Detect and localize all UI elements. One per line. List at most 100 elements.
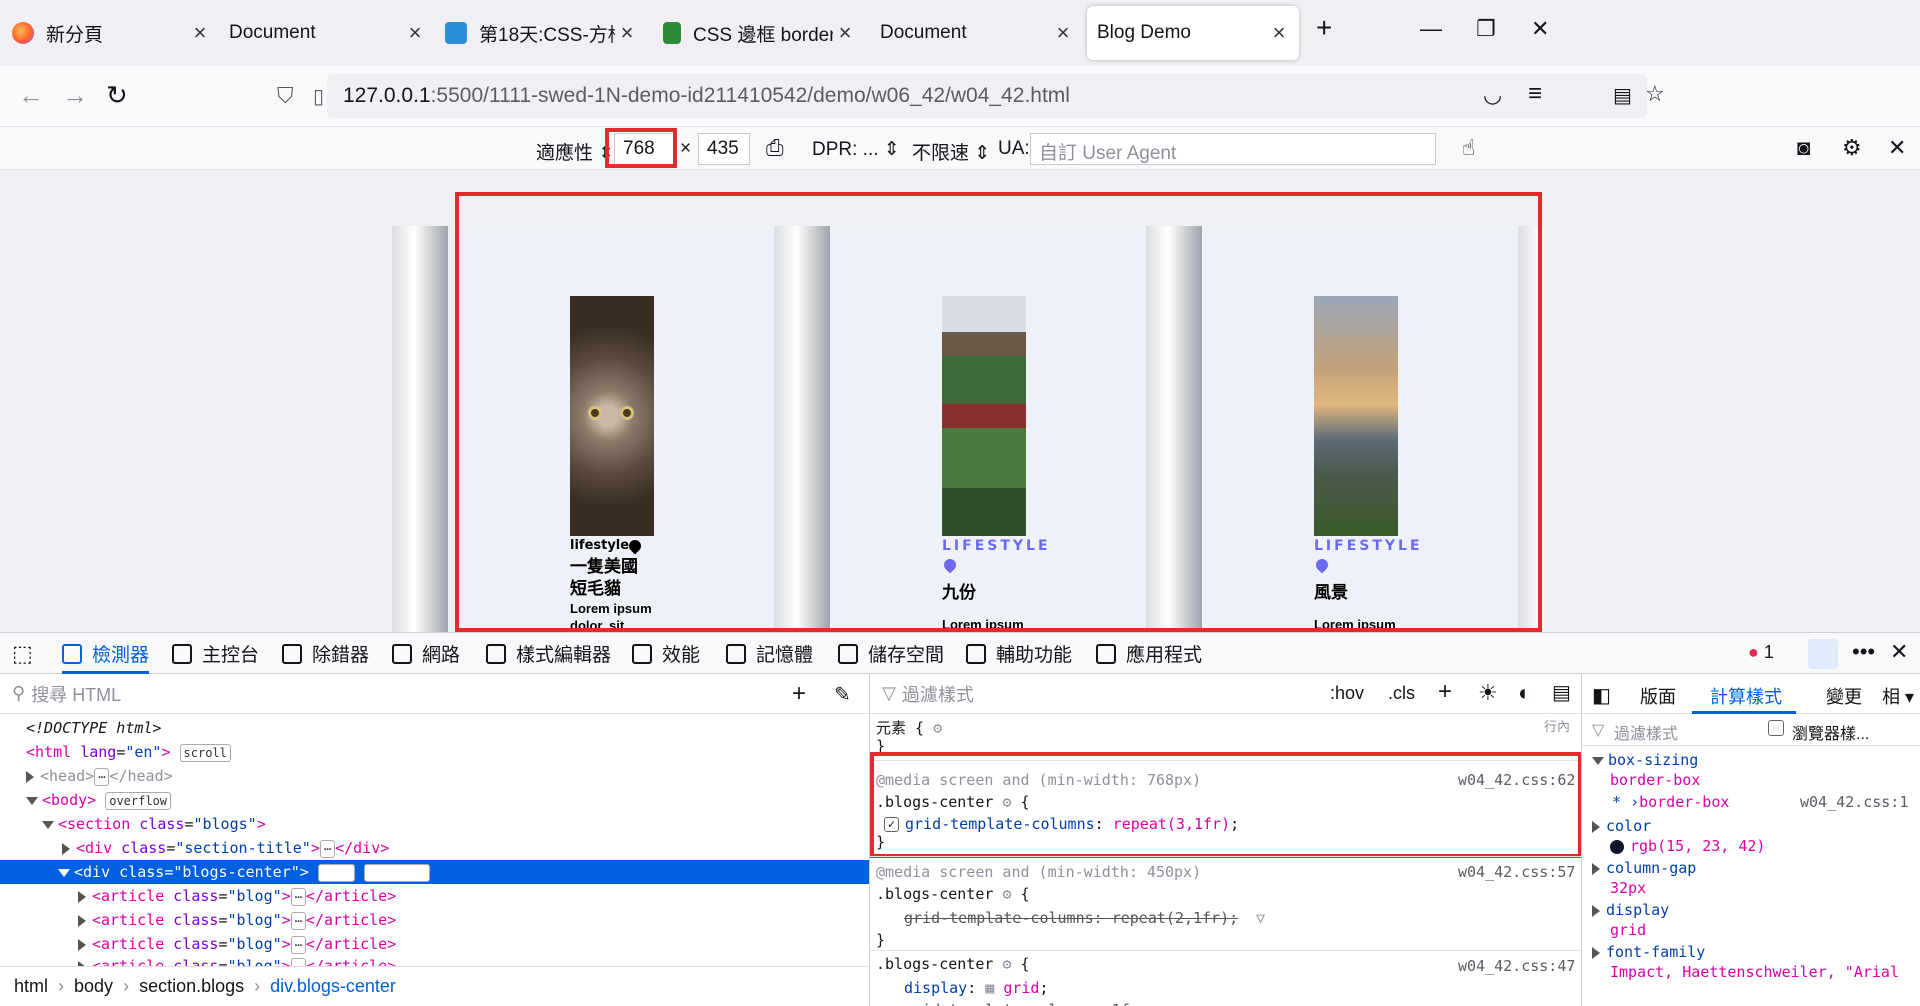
tab-more[interactable]: 相 ▾ <box>1882 683 1914 709</box>
breadcrumb-item[interactable]: body <box>74 976 113 997</box>
breadcrumb-item[interactable]: section.blogs <box>139 976 244 997</box>
tab-performance[interactable]: 效能 <box>632 633 700 674</box>
article-node[interactable]: <article class="blog">⋯</article> <box>78 908 396 932</box>
tab-new-tab[interactable]: 新分頁 × <box>12 6 212 60</box>
more-options-icon[interactable]: ••• <box>1852 639 1875 665</box>
styles-filter-input[interactable]: 過濾樣式 <box>902 681 974 707</box>
computed-filter[interactable]: ▽ 過濾樣式 瀏覽器樣... <box>1582 714 1920 746</box>
star-icon[interactable]: ☆ <box>1645 81 1665 107</box>
overridden-declaration[interactable]: grid-template-columns: repeat(2,1fr); <box>904 906 1238 930</box>
rule-source-link[interactable]: w04_42.css:57 <box>1458 860 1575 884</box>
tab-application[interactable]: 應用程式 <box>1096 633 1202 674</box>
close-icon[interactable]: × <box>615 20 639 46</box>
close-devtools-icon[interactable]: ✕ <box>1890 639 1908 665</box>
reload-icon[interactable]: ↻ <box>106 80 128 111</box>
overflow-badge[interactable]: overflow <box>363 863 430 882</box>
overflow-badge[interactable]: overflow <box>105 791 172 810</box>
computed-filter-input[interactable]: 過濾樣式 <box>1614 720 1678 744</box>
grid-badge[interactable]: grid <box>317 863 355 882</box>
minimize-icon[interactable]: — <box>1420 16 1442 42</box>
close-icon[interactable]: × <box>188 20 212 46</box>
article-node[interactable]: <article class="blog">⋯</article> <box>78 932 396 956</box>
tab-changes[interactable]: 變更 <box>1826 683 1862 709</box>
new-tab-button[interactable]: + <box>1316 12 1332 44</box>
close-icon[interactable]: × <box>1267 20 1291 46</box>
body-node[interactable]: <body> overflow <box>26 788 172 812</box>
close-icon[interactable]: × <box>1051 20 1075 46</box>
settings-icon[interactable]: ⚙ <box>1842 135 1862 161</box>
responsive-mode-icon[interactable] <box>1808 639 1838 669</box>
forward-icon[interactable]: → <box>62 80 88 111</box>
cls-toggle[interactable]: .cls <box>1388 683 1415 704</box>
tab-blog-demo[interactable]: Blog Demo × <box>1087 6 1299 60</box>
light-mode-icon[interactable]: ☀ <box>1478 680 1498 706</box>
close-icon[interactable]: × <box>403 20 427 46</box>
rule-source-link[interactable]: w04_42.css:47 <box>1458 954 1575 978</box>
page-icon[interactable]: ▯ <box>313 84 324 109</box>
print-icon[interactable]: ▤ <box>1552 680 1571 705</box>
computed-source[interactable]: * ›border-box <box>1612 790 1729 814</box>
overridden-declaration[interactable]: grid-template-columns: 1fr; <box>904 998 1148 1006</box>
window-close-icon[interactable]: ✕ <box>1531 16 1549 42</box>
rule-selector[interactable]: .blogs-center ⚙ { <box>876 952 1030 976</box>
pocket-icon[interactable]: ◡ <box>1483 82 1502 108</box>
section-title-node[interactable]: <div class="section-title"> ⋯ </div> <box>62 836 389 860</box>
doctype-line[interactable]: <!DOCTYPE html> <box>26 716 161 740</box>
sidebar-toggle-icon[interactable]: ◧ <box>1592 683 1611 708</box>
color-swatch[interactable] <box>1610 839 1624 854</box>
tab-memory[interactable]: 記憶體 <box>726 633 813 674</box>
add-rule-icon[interactable]: + <box>1438 678 1452 706</box>
section-node[interactable]: <section class="blogs"> <box>42 812 266 836</box>
article-node[interactable]: <article class="blog">⋯</article> <box>78 954 396 966</box>
tab-style-editor[interactable]: 樣式編輯器 <box>486 633 611 674</box>
tab-document-1[interactable]: Document × <box>229 6 427 60</box>
tab-css-border[interactable]: CSS 邊框 border 框線 × <box>663 6 857 60</box>
tab-accessibility[interactable]: 輔助功能 <box>966 633 1072 674</box>
tab-ithome[interactable]: 第18天:CSS-方框(上) - × <box>445 6 639 60</box>
back-icon[interactable]: ← <box>18 80 44 111</box>
tab-computed[interactable]: 計算樣式 <box>1710 683 1782 709</box>
user-agent-input[interactable]: 自訂 User Agent <box>1030 133 1436 165</box>
grid-icon[interactable]: ▦ <box>985 979 994 997</box>
reader-view-icon[interactable]: ▤ <box>1613 83 1632 108</box>
touch-icon[interactable]: ☝ <box>1462 135 1475 161</box>
dark-mode-icon[interactable]: ◐ <box>1518 680 1531 706</box>
styles-filter[interactable]: ▽ 過濾樣式 :hov .cls + ☀ ◐ ▤ <box>870 674 1581 714</box>
blogs-center-node[interactable]: <div class="blogs-center"> grid overflow <box>0 860 869 884</box>
screenshot-icon[interactable]: ◙ <box>1797 135 1810 161</box>
article-node[interactable]: <article class="blog">⋯</article> <box>78 884 396 908</box>
menu-icon[interactable]: ≡ <box>1528 80 1542 108</box>
throttle-selector[interactable]: 不限速 ⇕ <box>912 138 990 165</box>
device-selector[interactable]: 適應性 ⇕ <box>536 138 614 165</box>
rule-selector[interactable]: .blogs-center ⚙ { <box>876 882 1030 906</box>
tab-console[interactable]: 主控台 <box>172 633 259 674</box>
declaration[interactable]: display: ▦ grid; <box>904 976 1049 1000</box>
eyedropper-icon[interactable]: ✎ <box>834 682 851 707</box>
url-bar[interactable]: ⛉ ▯ 127.0.0.1:5500/1111-swed-1N-demo-id2… <box>277 74 1665 118</box>
dpr-selector[interactable]: DPR: ... ⇕ <box>812 138 900 161</box>
tab-debugger[interactable]: 除錯器 <box>282 633 369 674</box>
error-badge[interactable]: ● 1 <box>1748 642 1774 663</box>
scroll-badge[interactable]: scroll <box>179 743 231 762</box>
tab-network[interactable]: 網路 <box>392 633 460 674</box>
browser-styles-checkbox[interactable] <box>1768 720 1784 736</box>
restore-icon[interactable]: ❐ <box>1476 16 1496 42</box>
breadcrumb-item[interactable]: div.blogs-center <box>270 976 396 997</box>
close-rdm-icon[interactable]: ✕ <box>1888 135 1906 161</box>
html-node[interactable]: <html lang="en"> scroll <box>26 740 231 764</box>
rotate-icon[interactable]: ⎙ <box>766 135 784 161</box>
tab-inspector[interactable]: 檢測器 <box>62 633 150 674</box>
url-text[interactable]: 127.0.0.1:5500/1111-swed-1N-demo-id21141… <box>343 84 1070 108</box>
shield-icon[interactable]: ⛉ <box>277 83 294 109</box>
computed-source-link[interactable]: w04_42.css:1 <box>1800 790 1908 814</box>
tab-storage[interactable]: 儲存空間 <box>838 633 944 674</box>
filter-icon[interactable]: ▽ <box>1256 906 1265 930</box>
tab-layout[interactable]: 版面 <box>1640 683 1676 709</box>
viewport-height-input[interactable]: 435 <box>698 133 750 165</box>
add-node-icon[interactable]: + <box>792 680 806 708</box>
element-rule[interactable]: 元素 { ⚙ <box>876 716 942 740</box>
html-search[interactable]: ⚲ 搜尋 HTML + ✎ <box>0 674 869 714</box>
html-search-input[interactable]: 搜尋 HTML <box>31 681 121 707</box>
head-node[interactable]: <head> ⋯ </head> <box>26 764 173 788</box>
hov-toggle[interactable]: :hov <box>1330 683 1364 704</box>
